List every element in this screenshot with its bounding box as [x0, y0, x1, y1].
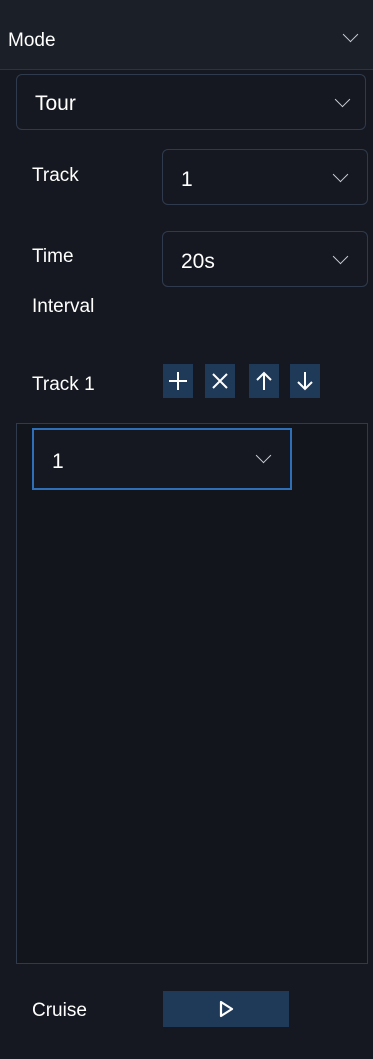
cruise-label: Cruise: [32, 1000, 87, 1021]
delete-icon: [212, 373, 228, 389]
chevron-down-icon: [334, 91, 351, 108]
add-button[interactable]: [163, 364, 193, 398]
mode-header[interactable]: Mode: [0, 0, 373, 70]
move-down-button[interactable]: [290, 364, 320, 398]
track-select-value: 1: [181, 168, 193, 191]
time-interval-label-line1: Time: [32, 246, 74, 267]
track-label: Track: [32, 165, 79, 186]
ptz-tour-panel: Mode Tour Track 1 Time Interval 20s Trac…: [0, 0, 373, 1059]
move-up-button[interactable]: [249, 364, 279, 398]
chevron-down-icon: [255, 447, 272, 464]
mode-select-value: Tour: [35, 92, 76, 115]
chevron-down-icon: [342, 26, 359, 43]
time-interval-select-value: 20s: [181, 250, 215, 273]
mode-label: Mode: [8, 30, 56, 51]
track-list-label: Track 1: [32, 374, 95, 395]
chevron-down-icon: [332, 166, 349, 183]
track-point-select[interactable]: 1: [32, 428, 292, 490]
cruise-play-button[interactable]: [163, 991, 289, 1027]
add-icon: [169, 372, 187, 390]
track-point-value: 1: [52, 450, 64, 473]
delete-button[interactable]: [205, 364, 235, 398]
chevron-down-icon: [332, 248, 349, 265]
time-interval-label-line2: Interval: [32, 296, 95, 317]
play-icon: [219, 1000, 234, 1018]
time-interval-select[interactable]: 20s: [162, 231, 368, 287]
track-point-list[interactable]: [16, 423, 368, 964]
mode-select[interactable]: Tour: [16, 74, 366, 130]
move-up-icon: [256, 371, 272, 390]
track-select[interactable]: 1: [162, 149, 368, 205]
move-down-icon: [297, 372, 313, 391]
